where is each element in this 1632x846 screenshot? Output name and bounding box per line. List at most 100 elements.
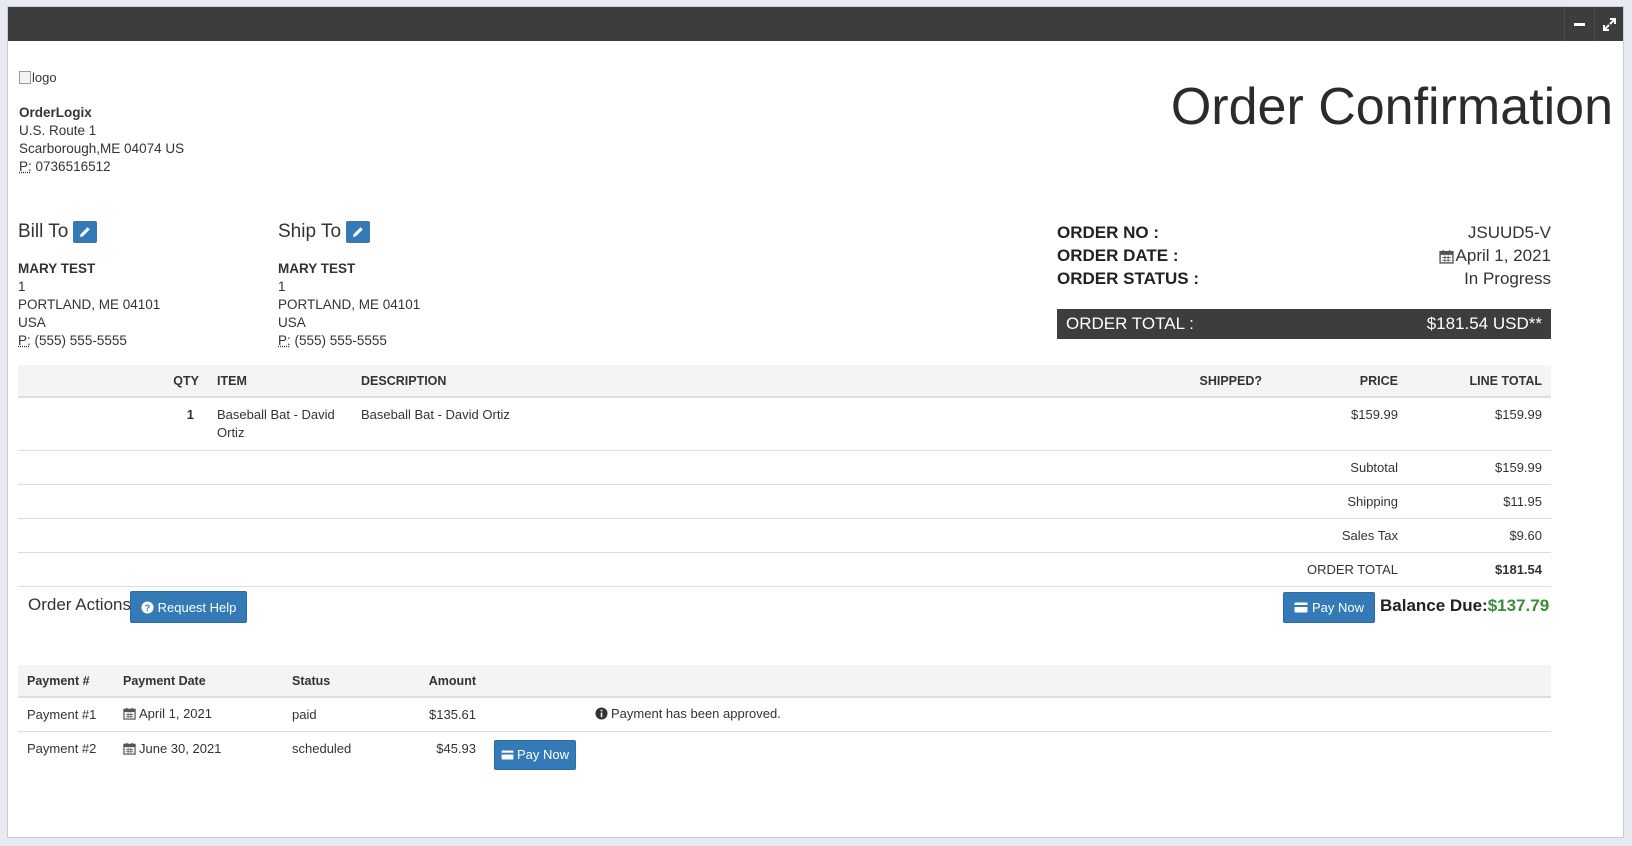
col-header-qty: QTY — [18, 365, 208, 398]
ship-to-name: MARY TEST — [278, 261, 356, 276]
ship-to-heading: Ship To — [278, 221, 371, 243]
ship-to-title: Ship To — [278, 221, 342, 242]
balance-due-label: Balance Due: — [1380, 596, 1488, 615]
table-row: Payment #2 June 30, 2021 scheduled $45.9… — [18, 730, 1551, 773]
order-items-table: QTY ITEM DESCRIPTION SHIPPED? PRICE LINE… — [18, 365, 1551, 587]
payment-note: Payment has been approved. — [611, 705, 781, 721]
payment-date-cell: April 1, 2021 — [114, 696, 283, 731]
payment-number: Payment #1 — [18, 696, 114, 731]
phone-label: P: — [18, 333, 31, 348]
order-total-summary-value: $181.54 — [1407, 552, 1551, 587]
order-status-value: In Progress — [1464, 269, 1551, 288]
logo-alt-text: logo — [32, 70, 57, 85]
bill-to-line1: 1 — [18, 279, 26, 294]
payment-amount: $135.61 — [388, 696, 485, 731]
broken-image-icon — [19, 71, 31, 84]
col-header-description: DESCRIPTION — [352, 365, 1170, 398]
col-header-amount: Amount — [388, 665, 485, 698]
order-actions-title: Order Actions — [28, 595, 131, 614]
payments-table: Payment # Payment Date Status Amount Pay… — [18, 665, 1551, 773]
company-address-line2: Scarborough,ME 04074 US — [19, 141, 185, 156]
table-row: 1 Baseball Bat - David Ortiz Baseball Ba… — [18, 396, 1551, 451]
order-date-value-wrap: April 1, 2021 — [1438, 246, 1551, 266]
payments-header-row: Payment # Payment Date Status Amount — [18, 665, 1551, 698]
shipping-label: Shipping — [18, 484, 1407, 519]
subtotal-label: Subtotal — [18, 450, 1407, 485]
edit-ship-to-button[interactable] — [346, 221, 371, 243]
order-total-value: $181.54 USD** — [1426, 314, 1542, 333]
pay-now-payment-2-button[interactable]: Pay Now — [494, 739, 576, 770]
company-logo: logo — [19, 70, 57, 85]
minimize-icon — [1573, 22, 1585, 26]
order-status-row: ORDER STATUS : In Progress — [1057, 269, 1551, 289]
company-address: OrderLogix U.S. Route 1 Scarborough,ME 0… — [19, 104, 184, 176]
shipping-row: Shipping $11.95 — [18, 484, 1551, 519]
order-total-summary-label: ORDER TOTAL — [18, 552, 1407, 587]
payment-status: paid — [283, 696, 388, 731]
company-phone-row: P: 0736516512 — [19, 158, 184, 176]
title-bar — [8, 7, 1623, 41]
company-address-line1: U.S. Route 1 — [19, 123, 97, 138]
col-header-payment-number: Payment # — [18, 665, 114, 698]
credit-card-icon — [501, 749, 514, 760]
item-qty: 1 — [18, 396, 208, 451]
payment-action: Pay Now — [485, 730, 586, 773]
items-header-row: QTY ITEM DESCRIPTION SHIPPED? PRICE LINE… — [18, 365, 1551, 398]
shipping-value: $11.95 — [1407, 484, 1551, 519]
bill-to-line2: PORTLAND, ME 04101 — [18, 297, 161, 312]
col-header-item: ITEM — [208, 365, 352, 398]
bill-to-heading: Bill To — [18, 221, 98, 243]
order-no-value: JSUUD5-V — [1467, 223, 1551, 242]
sales-tax-row: Sales Tax $9.60 — [18, 518, 1551, 553]
payment-status: scheduled — [283, 730, 388, 773]
phone-label: P: — [278, 333, 291, 348]
phone-label: P: — [19, 159, 32, 174]
col-header-price: PRICE — [1271, 365, 1407, 398]
payment-note-cell: Payment has been approved. — [586, 696, 1551, 731]
company-name: OrderLogix — [19, 105, 92, 120]
item-price: $159.99 — [1271, 396, 1407, 451]
payment-number: Payment #2 — [18, 730, 114, 773]
payment-amount: $45.93 — [388, 730, 485, 773]
balance-due: Balance Due:$137.79 — [1380, 596, 1549, 616]
calendar-icon — [123, 707, 136, 720]
payment-date-cell: June 30, 2021 — [114, 730, 283, 773]
balance-due-value: $137.79 — [1487, 596, 1550, 615]
company-phone: 0736516512 — [35, 159, 111, 174]
question-circle-icon: ? — [141, 600, 154, 614]
calendar-icon — [123, 742, 136, 755]
item-shipped — [1170, 396, 1271, 451]
sales-tax-value: $9.60 — [1407, 518, 1551, 553]
ship-to-phone-row: P: (555) 555-5555 — [278, 332, 420, 350]
bill-to-title: Bill To — [18, 221, 69, 242]
expand-button[interactable] — [1594, 7, 1623, 41]
bill-to-phone: (555) 555-5555 — [34, 333, 127, 348]
bill-to-country: USA — [18, 315, 46, 330]
pay-now-button[interactable]: Pay Now — [1283, 592, 1375, 623]
pay-now-label: Pay Now — [516, 747, 570, 762]
bill-to-address: MARY TEST 1 PORTLAND, ME 04101 USA P: (5… — [18, 260, 160, 350]
request-help-button[interactable]: ? Request Help — [130, 591, 247, 623]
order-status-label: ORDER STATUS : — [1057, 269, 1199, 288]
item-description: Baseball Bat - David Ortiz — [352, 396, 1170, 451]
payment-note-cell — [586, 730, 1551, 773]
subtotal-value: $159.99 — [1407, 450, 1551, 485]
edit-bill-to-button[interactable] — [73, 221, 98, 243]
sales-tax-label: Sales Tax — [18, 518, 1407, 553]
ship-to-phone: (555) 555-5555 — [294, 333, 387, 348]
pencil-icon — [80, 227, 91, 237]
payment-action — [485, 696, 586, 731]
col-header-action — [485, 665, 586, 698]
info-circle-icon — [595, 707, 608, 720]
item-line-total: $159.99 — [1407, 396, 1551, 451]
item-name: Baseball Bat - David Ortiz — [208, 396, 352, 451]
payment-date: June 30, 2021 — [139, 740, 222, 756]
minimize-button[interactable] — [1564, 7, 1593, 41]
pay-now-label: Pay Now — [1311, 600, 1365, 615]
svg-text:?: ? — [144, 603, 150, 613]
col-header-note — [586, 665, 1551, 698]
table-row: Payment #1 April 1, 2021 paid $135.61 Pa… — [18, 696, 1551, 731]
ship-to-line1: 1 — [278, 279, 286, 294]
order-no-row: ORDER NO : JSUUD5-V — [1057, 223, 1551, 243]
order-date-value: April 1, 2021 — [1455, 246, 1551, 265]
